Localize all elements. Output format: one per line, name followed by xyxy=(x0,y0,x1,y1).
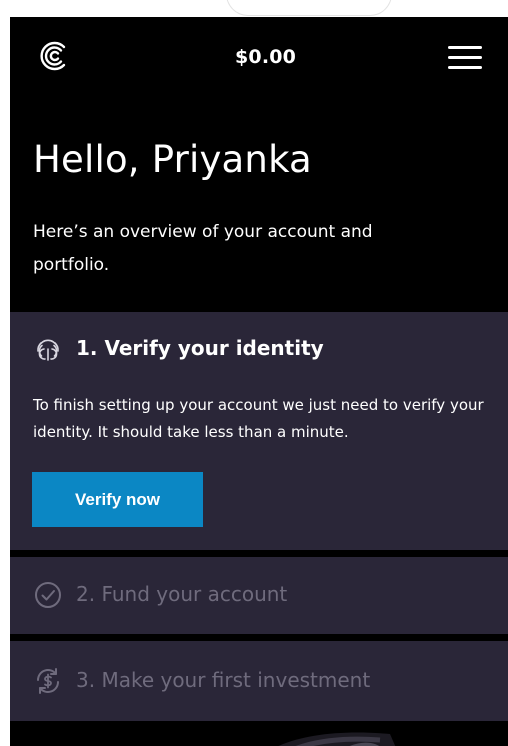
page-title: Hello, Priyanka xyxy=(33,138,312,181)
dollar-cycle-icon xyxy=(37,668,59,694)
top-strip xyxy=(0,0,508,17)
check-circle-icon xyxy=(35,582,61,608)
app-screen: $0.00 Hello, Priyanka Here’s an overview… xyxy=(10,17,508,746)
step-card-verify-identity: 1. Verify your identity To finish settin… xyxy=(10,312,508,550)
top-tab xyxy=(226,0,392,16)
page-subtitle: Here’s an overview of your account and p… xyxy=(33,222,373,275)
decorative-image-hint xyxy=(278,732,396,746)
hamburger-menu-icon[interactable] xyxy=(448,44,482,70)
verify-now-button[interactable]: Verify now xyxy=(32,472,203,527)
account-balance: $0.00 xyxy=(235,46,297,68)
step-2-title: 2. Fund your account xyxy=(76,582,288,606)
brand-logo-icon[interactable] xyxy=(38,39,72,73)
step-3-title: 3. Make your first investment xyxy=(76,668,371,692)
step-1-description: To finish setting up your account we jus… xyxy=(33,396,484,441)
fingerprint-icon xyxy=(37,339,59,361)
step-1-title: 1. Verify your identity xyxy=(76,336,324,360)
app-header: $0.00 xyxy=(10,17,508,99)
step-card-first-investment[interactable]: 3. Make your first investment xyxy=(10,641,508,721)
step-card-fund-account[interactable]: 2. Fund your account xyxy=(10,557,508,634)
